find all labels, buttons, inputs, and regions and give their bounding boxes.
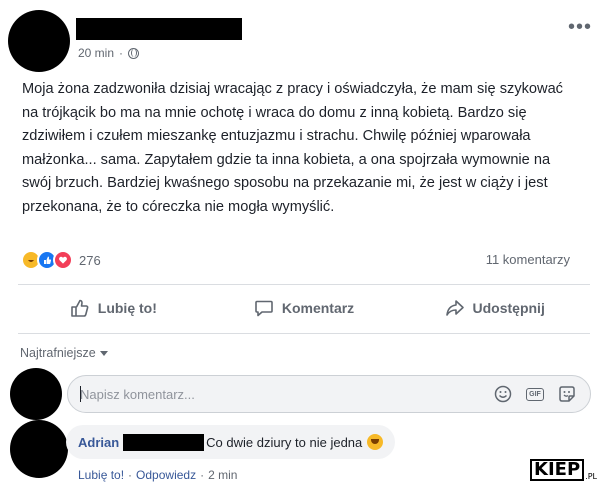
post-meta-dot: · [119,46,124,60]
like-button-label: Lubię to! [97,300,157,316]
comment-icon [255,300,273,317]
more-options-button[interactable]: ••• [568,17,592,37]
share-button[interactable]: Udostępnij [399,286,590,330]
sticker-icon[interactable] [558,385,576,403]
post-card: 20 min · ••• Moja żona zadzwoniła dzisia… [0,0,610,491]
comments-count-link[interactable]: 11 komentarzy [486,252,570,267]
comment-author-surname-redacted [123,433,205,451]
comment-button-label: Komentarz [281,300,355,316]
gif-icon[interactable]: GIF [526,385,544,403]
chevron-down-icon [99,350,108,356]
comment-composer[interactable]: GIF [67,375,591,413]
thumbs-up-icon [70,299,89,317]
watermark-main: KIEP [530,459,585,481]
post-author-avatar[interactable] [8,10,70,72]
post-author-name-redacted[interactable] [76,18,242,40]
comment-meta-dot-1: · [128,468,133,482]
post-time[interactable]: 20 min [78,46,114,60]
comment-meta-dot-2: · [200,468,205,482]
comment-reply-link[interactable]: Odpowiedz [136,468,196,482]
comment-author[interactable]: Adrian [78,435,119,450]
comment-like-link[interactable]: Lubię to! [78,468,124,482]
like-button[interactable]: Lubię to! [18,286,209,330]
comment-button[interactable]: Komentarz [209,286,400,330]
comment-sort-dropdown[interactable]: Najtrafniejsze [20,346,108,360]
share-button-label: Udostępnij [472,300,545,316]
divider-bottom [18,333,590,334]
comment-meta: Lubię to! · Odpowiedz · 2 min [78,468,237,482]
post-body: Moja żona zadzwoniła dzisiaj wracając z … [22,81,563,215]
current-user-avatar[interactable] [10,368,62,420]
composer-icons: GIF [494,385,576,403]
emoji-icon[interactable] [494,385,512,403]
globe-icon[interactable] [128,47,140,59]
comment-text: Co dwie dziury to nie jedna [206,434,363,450]
reaction-count: 276 [79,252,101,268]
post-actions: Lubię to! Komentarz Udostępnij [18,286,590,330]
share-icon [445,300,464,316]
love-reaction-icon [53,250,73,270]
gif-icon-label: GIF [526,387,544,401]
comment-time[interactable]: 2 min [208,468,237,482]
watermark-logo: KIEP .PL [527,457,600,483]
laughing-emoji-icon [367,434,384,450]
divider-top [18,284,590,285]
comment-input[interactable] [80,385,460,403]
post-meta: 20 min · [78,46,140,60]
comment-bubble: Adrian Co dwie dziury to nie jedna [66,425,396,459]
comment-sort-label: Najtrafniejsze [20,346,96,360]
commenter-avatar[interactable] [10,420,68,478]
watermark-suffix: .PL [585,472,597,481]
reactions-summary[interactable]: 276 [21,250,101,270]
